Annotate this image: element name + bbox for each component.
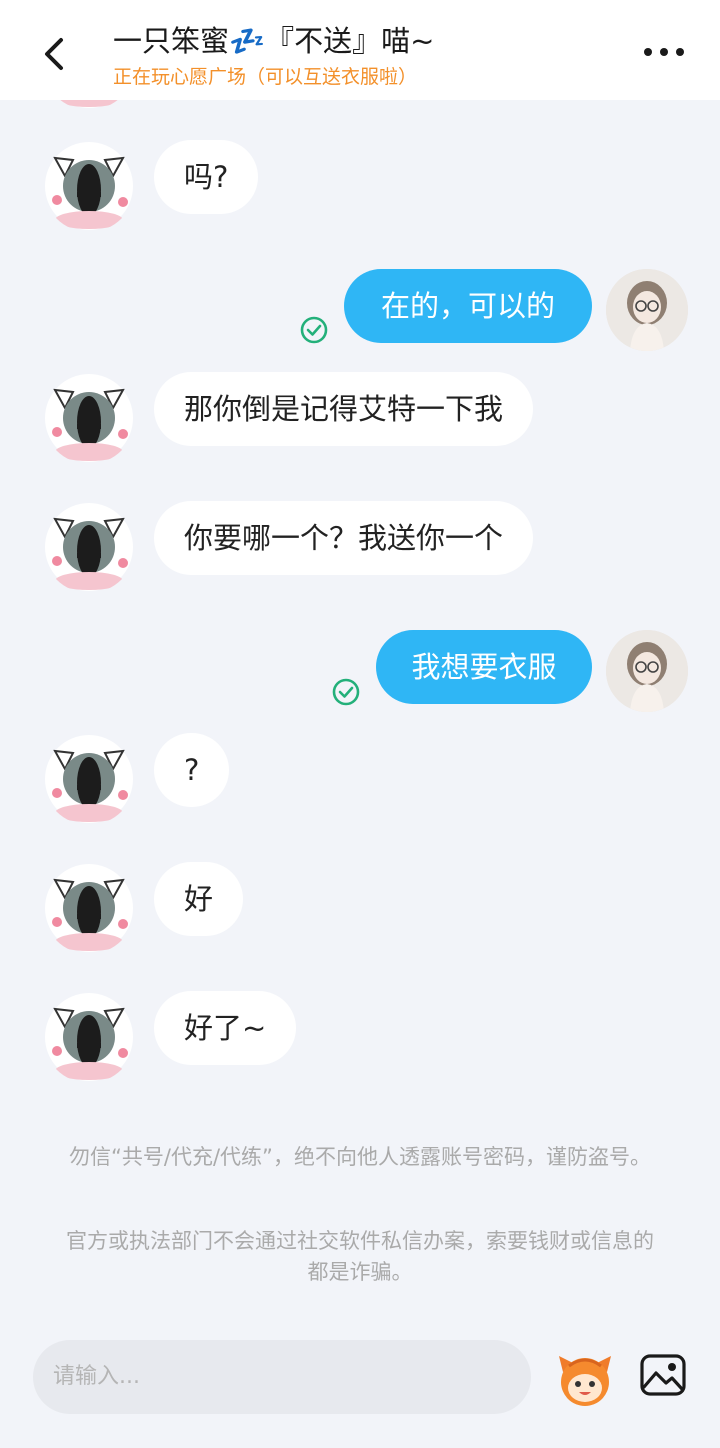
my-avatar[interactable] (606, 269, 688, 351)
back-button[interactable] (30, 30, 78, 78)
emoji-button[interactable] (555, 1350, 615, 1410)
incoming-message[interactable]: 好 (154, 862, 244, 936)
read-check-icon (300, 316, 328, 344)
outgoing-message[interactable]: 我想要衣服 (376, 630, 592, 704)
message-input[interactable]: 请输入... (33, 1340, 531, 1414)
outgoing-message[interactable]: 在的，可以的 (344, 269, 592, 343)
partner-avatar[interactable] (43, 372, 135, 464)
more-button[interactable] (644, 38, 684, 66)
image-button[interactable] (639, 1351, 687, 1399)
incoming-message[interactable]: 你要哪一个？我送你一个 (154, 501, 534, 575)
emoji-icon (559, 1356, 611, 1406)
partner-avatar[interactable] (43, 862, 135, 954)
read-check-icon (332, 678, 360, 706)
chat-title: 一只笨蜜💤『不送』喵~ (113, 24, 435, 58)
back-arrow-icon (45, 38, 63, 70)
image-icon (640, 1354, 686, 1396)
incoming-message[interactable]: 吗? (154, 140, 259, 214)
incoming-message[interactable]: 那你倒是记得艾特一下我 (154, 372, 534, 446)
partner-avatar[interactable] (43, 991, 135, 1083)
input-bar: 请输入... (0, 1316, 720, 1448)
chat-header: 一只笨蜜💤『不送』喵~ 正在玩心愿广场（可以互送衣服啦） (0, 0, 720, 100)
status-subtitle: 正在玩心愿广场（可以互送衣服啦） (113, 66, 418, 88)
fraud-notice: 官方或执法部门不会通过社交软件私信办案，索要钱财或信息的都是诈骗。 (66, 1229, 654, 1284)
incoming-message[interactable]: 好了~ (154, 991, 297, 1065)
partner-avatar[interactable] (43, 100, 135, 110)
my-avatar[interactable] (606, 630, 688, 712)
partner-avatar[interactable] (43, 140, 135, 232)
partner-avatar[interactable] (43, 733, 135, 825)
message-list[interactable]: 吗? 在的，可以的 那你倒是记得艾特一下我 你要哪一个？我送你一个 我想要衣服 … (0, 100, 720, 1316)
more-icon (644, 48, 652, 56)
fraud-notice: 勿信“共号/代充/代练”，绝不向他人透露账号密码，谨防盗号。 (69, 1145, 651, 1169)
incoming-message[interactable]: ? (154, 733, 230, 807)
partner-avatar[interactable] (43, 501, 135, 593)
